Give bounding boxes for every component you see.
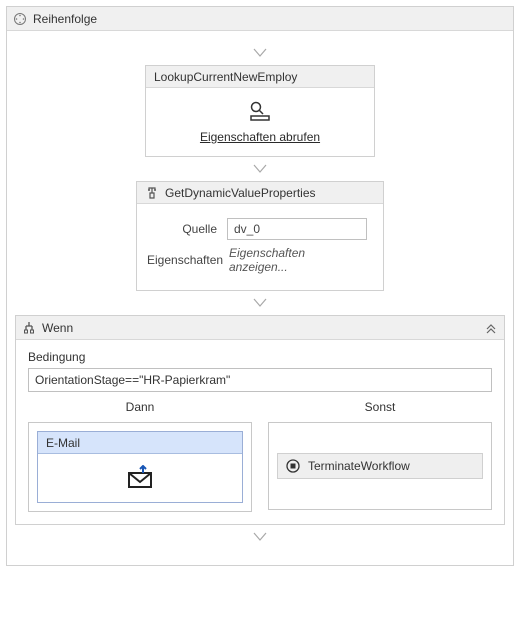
properties-link[interactable]: Eigenschaften anzeigen... (227, 246, 367, 274)
lookup-properties-link[interactable]: Eigenschaften abrufen (200, 130, 320, 144)
sequence-header[interactable]: Reihenfolge (7, 7, 513, 31)
lookup-icon (247, 100, 273, 122)
sequence-panel[interactable]: Reihenfolge LookupCurrentNewEmploy (6, 6, 514, 566)
terminate-activity[interactable]: TerminateWorkflow (277, 453, 483, 479)
if-header[interactable]: Wenn (16, 316, 504, 340)
source-row: Quelle (147, 218, 373, 240)
else-dropzone[interactable]: TerminateWorkflow (268, 422, 492, 510)
condition-label: Bedingung (28, 350, 492, 364)
properties-label: Eigenschaften (147, 253, 217, 267)
branch-row: Dann E-Mail (28, 400, 492, 512)
sequence-body: LookupCurrentNewEmploy Eigenschaften abr… (7, 31, 513, 565)
sequence-icon (13, 12, 27, 26)
connector-arrow (252, 163, 268, 175)
if-activity[interactable]: Wenn Bedingung Dann (15, 315, 505, 525)
dynamic-body: Quelle Eigenschaften Eigenschaften anzei… (137, 204, 383, 290)
email-header[interactable]: E-Mail (38, 432, 242, 454)
then-branch: Dann E-Mail (28, 400, 252, 512)
else-branch: Sonst TerminateWorkflow (268, 400, 492, 512)
sequence-title: Reihenfolge (33, 12, 97, 26)
if-body: Bedingung Dann E-Mail (16, 340, 504, 524)
source-input[interactable] (227, 218, 367, 240)
properties-row: Eigenschaften Eigenschaften anzeigen... (147, 246, 373, 274)
then-dropzone[interactable]: E-Mail (28, 422, 252, 512)
dynamic-title: GetDynamicValueProperties (165, 186, 316, 200)
condition-input[interactable] (28, 368, 492, 392)
source-label: Quelle (147, 222, 217, 236)
connector-arrow (252, 47, 268, 59)
lookup-header[interactable]: LookupCurrentNewEmploy (146, 66, 374, 88)
lookup-activity[interactable]: LookupCurrentNewEmploy Eigenschaften abr… (145, 65, 375, 157)
else-label: Sonst (365, 400, 396, 414)
collapse-button[interactable] (484, 321, 498, 335)
dynamic-header[interactable]: GetDynamicValueProperties (137, 182, 383, 204)
then-label: Dann (126, 400, 155, 414)
email-activity[interactable]: E-Mail (37, 431, 243, 503)
stop-icon (286, 459, 300, 473)
terminate-title: TerminateWorkflow (308, 459, 410, 473)
lookup-title: LookupCurrentNewEmploy (154, 70, 297, 84)
if-title: Wenn (42, 321, 73, 335)
connector-arrow (252, 297, 268, 309)
email-title: E-Mail (46, 436, 80, 450)
dynamic-activity[interactable]: GetDynamicValueProperties Quelle Eigensc… (136, 181, 384, 291)
email-icon (125, 465, 155, 491)
connector-arrow (252, 531, 268, 543)
email-body (38, 454, 242, 502)
dynamic-icon (145, 186, 159, 200)
lookup-body: Eigenschaften abrufen (146, 88, 374, 156)
if-icon (22, 321, 36, 335)
